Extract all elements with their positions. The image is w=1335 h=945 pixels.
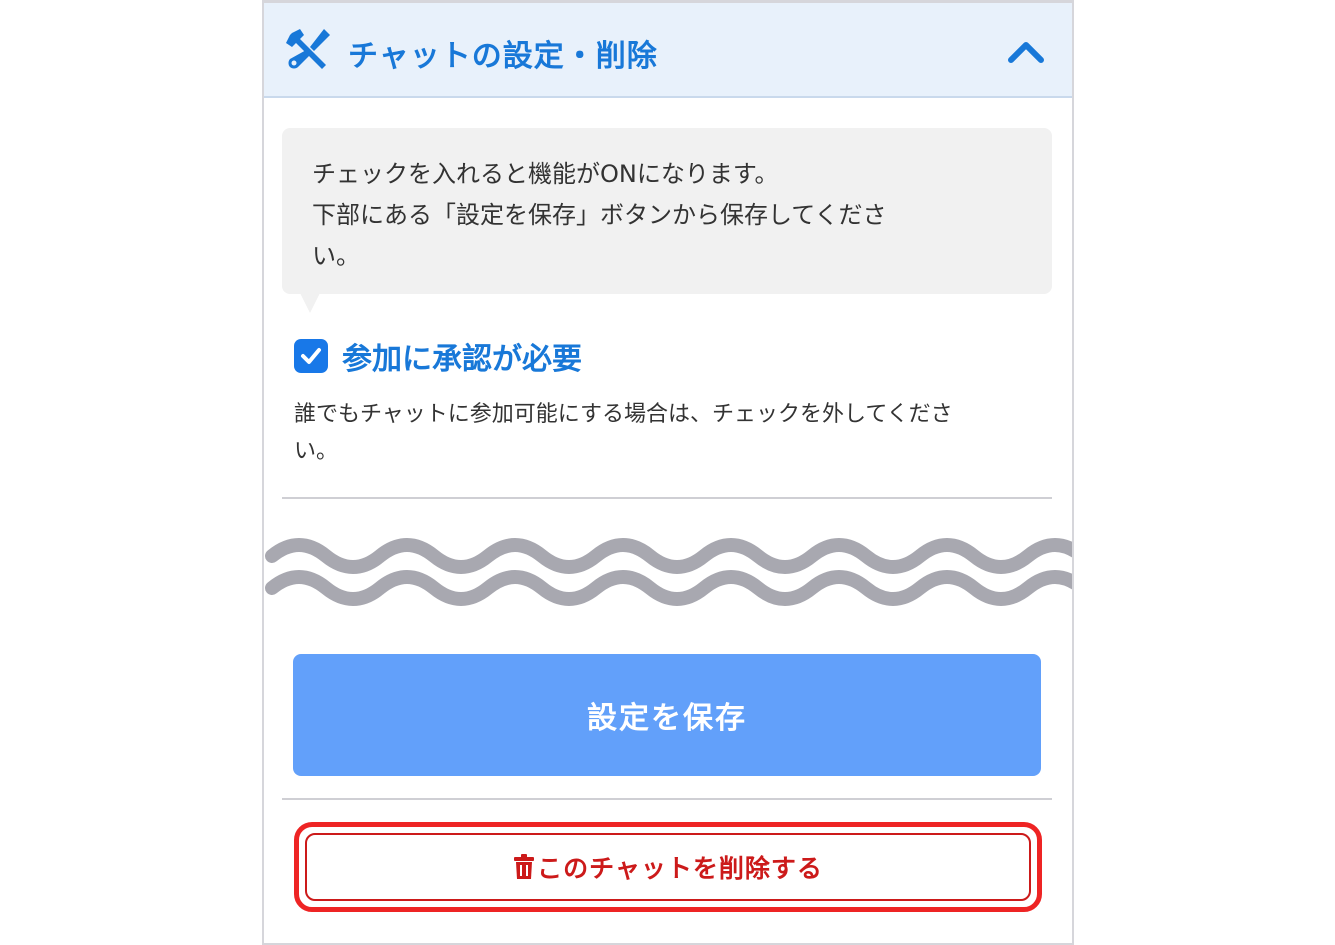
checkmark-icon (301, 348, 321, 364)
section-title: チャットの設定・削除 (348, 39, 658, 74)
info-bubble: チェックを入れると機能がONになります。 下部にある「設定を保存」ボタンから保存… (282, 128, 1052, 294)
save-settings-button[interactable]: 設定を保存 (293, 654, 1041, 776)
bubble-tail (300, 293, 320, 313)
trash-icon (514, 854, 535, 879)
info-text-line: い。 (312, 242, 360, 270)
divider (282, 798, 1052, 800)
approval-checkbox[interactable] (294, 339, 328, 373)
delete-button-highlight: このチャットを削除する (294, 822, 1042, 912)
description-line: 誰でもチャットに参加可能にする場合は、チェックを外してくださ (294, 402, 953, 427)
accordion-header[interactable]: チャットの設定・削除 (264, 0, 1072, 98)
description-line: い。 (294, 439, 339, 464)
divider (282, 497, 1052, 499)
approval-checkbox-row[interactable]: 参加に承認が必要 (294, 334, 582, 378)
info-text-line: 下部にある「設定を保存」ボタンから保存してくださ (312, 201, 887, 229)
approval-label[interactable]: 参加に承認が必要 (342, 334, 582, 378)
tools-icon (286, 29, 330, 69)
chevron-up-icon[interactable] (1006, 37, 1046, 65)
delete-chat-label: このチャットを削除する (537, 854, 823, 883)
chat-settings-panel: チャットの設定・削除 チェックを入れると機能がONになります。 下部にある「設定… (262, 0, 1074, 945)
info-text-line: チェックを入れると機能がONになります。 (312, 160, 779, 188)
approval-description: 誰でもチャットに参加可能にする場合は、チェックを外してくださ い。 (294, 396, 1034, 470)
omission-wave-separator (265, 538, 1072, 606)
delete-chat-button[interactable]: このチャットを削除する (305, 833, 1031, 901)
